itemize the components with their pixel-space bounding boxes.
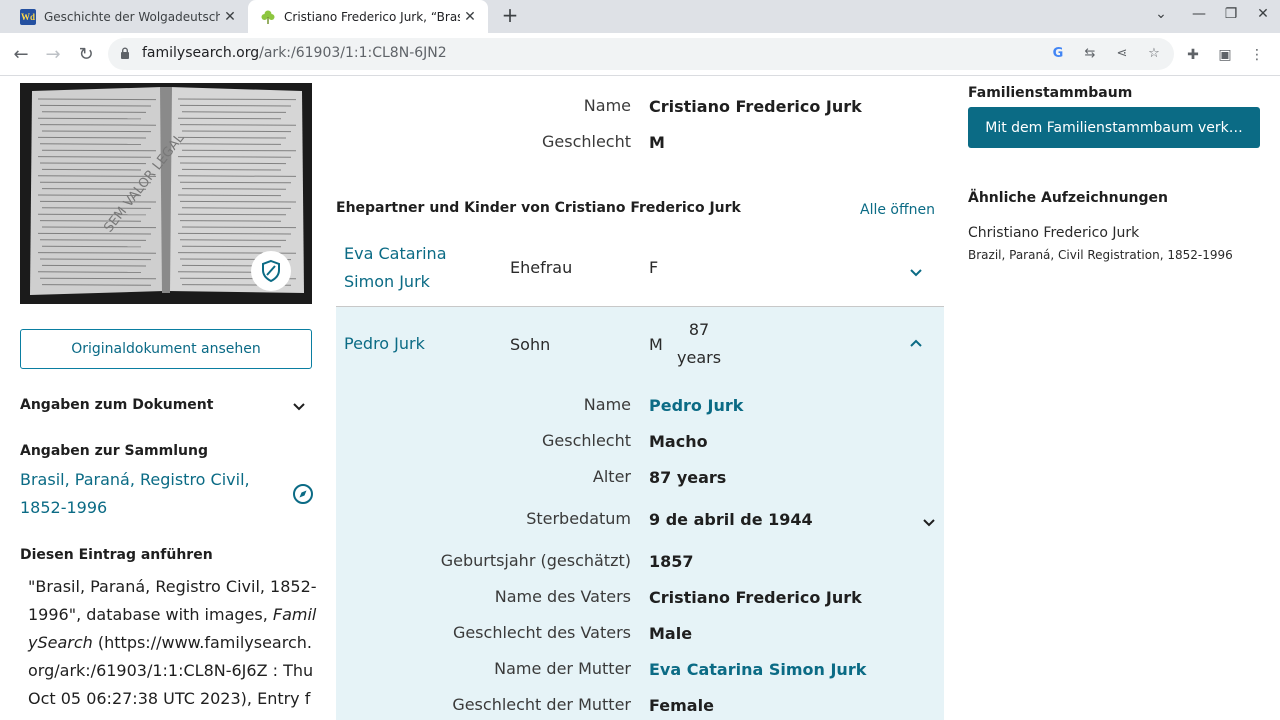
detail-row: Name der Mutter Eva Catarina Simon Jurk	[336, 659, 944, 689]
share-icon[interactable]: ⋖	[1112, 44, 1132, 64]
field-label: Geschlecht des Vaters	[452, 623, 631, 642]
google-lens-icon[interactable]: G	[1048, 44, 1068, 64]
open-all-link[interactable]: Alle öffnen	[860, 202, 935, 218]
detail-row: Geschlecht der Mutter Female	[336, 695, 944, 720]
detail-row: Geschlecht des Vaters Male	[336, 623, 944, 653]
field-label: Name	[583, 96, 631, 115]
url-text: familysearch.org/ark:/61903/1:1:CL8N-6JN…	[142, 45, 447, 61]
document-image-thumbnail[interactable]: SEM VALOR LEGAL	[20, 83, 312, 304]
member-relation: Sohn	[510, 335, 551, 354]
member-relation: Ehefrau	[510, 258, 573, 277]
collection-link[interactable]: Brasil, Paraná, Registro Civil, 1852-199…	[20, 466, 270, 522]
field-label: Name	[583, 395, 631, 414]
restore-icon[interactable]: ❐	[1220, 6, 1242, 26]
member-sex: M	[649, 335, 663, 354]
browser-toolbar: ← → ↻ familysearch.org/ark:/61903/1:1:CL…	[0, 33, 1280, 76]
field-value: Cristiano Frederico Jurk	[649, 97, 862, 116]
field-label: Geschlecht der Mutter	[452, 695, 631, 714]
field-label: Name des Vaters	[494, 587, 631, 606]
detail-row: Alter 87 years	[336, 467, 944, 497]
field-value: Female	[649, 696, 714, 715]
member-name-link[interactable]: Eva Catarina Simon Jurk	[344, 240, 494, 296]
url-path: /ark:/61903/1:1:CL8N-6JN2	[259, 45, 447, 61]
chevron-down-icon[interactable]	[921, 515, 937, 531]
tab-familysearch[interactable]: Cristiano Frederico Jurk, “Brasil, P ✕	[248, 0, 488, 33]
tab-wolgadeutsche[interactable]: Wd Geschichte der Wolgadeutschen ✕	[8, 0, 248, 33]
url-host: familysearch.org	[142, 45, 260, 61]
detail-row[interactable]: Sterbedatum 9 de abril de 1944	[336, 509, 944, 539]
shield-icon	[262, 259, 280, 283]
family-heading: Ehepartner und Kinder von Cristiano Fred…	[336, 200, 741, 216]
field-label: Sterbedatum	[526, 509, 631, 528]
similar-records-heading: Ähnliche Aufzeichnungen	[968, 190, 1168, 206]
view-original-button[interactable]: Originaldokument ansehen	[20, 329, 312, 369]
member-name-link[interactable]: Pedro Jurk	[344, 330, 494, 358]
document-info-heading[interactable]: Angaben zum Dokument	[20, 397, 213, 413]
close-window-icon[interactable]: ✕	[1252, 6, 1274, 26]
field-value: 9 de abril de 1944	[649, 510, 813, 529]
page-content: SEM VALOR LEGAL Originaldokument ansehen…	[0, 76, 1280, 720]
detail-row: Name des Vaters Cristiano Frederico Jurk	[336, 587, 944, 617]
member-sex: F	[649, 258, 659, 277]
translate-icon[interactable]: ⇆	[1080, 44, 1100, 64]
field-value: Cristiano Frederico Jurk	[649, 588, 862, 607]
tab-search-icon[interactable]: ⌄	[1150, 6, 1172, 26]
field-label: Geschlecht	[541, 431, 631, 450]
cite-record-heading: Diesen Eintrag anführen	[20, 547, 213, 563]
detail-row: Geburtsjahr (geschätzt) 1857	[336, 551, 944, 581]
field-value-link[interactable]: Eva Catarina Simon Jurk	[649, 660, 866, 679]
similar-record-name[interactable]: Christiano Frederico Jurk	[968, 225, 1139, 241]
tab-strip: Wd Geschichte der Wolgadeutschen ✕ Crist…	[0, 0, 1280, 33]
minimize-icon[interactable]: —	[1188, 6, 1210, 26]
extensions-icon[interactable]: ✚	[1182, 44, 1204, 66]
reload-icon[interactable]: ↻	[73, 42, 99, 68]
expanded-member-panel: Pedro Jurk Sohn M 87 years Name Pedro Ju…	[336, 307, 944, 720]
attach-to-tree-button[interactable]: Mit dem Familienstammbaum verk…	[968, 107, 1260, 148]
back-icon[interactable]: ←	[8, 42, 34, 68]
familysearch-tree-icon	[260, 9, 276, 25]
compass-icon[interactable]	[292, 483, 314, 505]
menu-icon[interactable]: ⋮	[1246, 44, 1268, 66]
field-value: 1857	[649, 552, 694, 571]
family-member-row[interactable]: Eva Catarina Simon Jurk Ehefrau F	[336, 240, 944, 307]
field-label: Geschlecht	[541, 132, 631, 151]
field-value: Male	[649, 624, 693, 643]
member-age: 87 years	[677, 320, 722, 367]
person-name-row: Name Cristiano Frederico Jurk	[336, 96, 944, 126]
address-bar[interactable]: familysearch.org/ark:/61903/1:1:CL8N-6JN…	[108, 38, 1174, 70]
detail-row: Geschlecht Macho	[336, 431, 944, 461]
lock-icon	[121, 47, 129, 59]
tab-title: Cristiano Frederico Jurk, “Brasil, P	[284, 9, 460, 24]
bookmark-star-icon[interactable]: ☆	[1144, 44, 1164, 64]
wd-favicon-icon: Wd	[20, 8, 36, 25]
field-value: 87 years	[649, 468, 727, 487]
similar-record-collection: Brazil, Paraná, Civil Registration, 1852…	[968, 248, 1233, 262]
collection-info-heading: Angaben zur Sammlung	[20, 443, 208, 459]
field-label: Name der Mutter	[494, 659, 631, 678]
chevron-down-icon[interactable]	[291, 399, 307, 415]
detail-row: Name Pedro Jurk	[336, 395, 944, 425]
field-label: Alter	[592, 467, 631, 486]
new-tab-button[interactable]: +	[498, 4, 522, 28]
field-value: Macho	[649, 432, 708, 451]
chevron-down-icon[interactable]	[908, 265, 924, 281]
forward-icon[interactable]: →	[40, 42, 66, 68]
close-icon[interactable]: ✕	[460, 7, 480, 27]
restricted-shield-button[interactable]	[251, 251, 291, 291]
side-panel-icon[interactable]: ▣	[1214, 44, 1236, 66]
chevron-up-icon[interactable]	[908, 335, 924, 351]
field-value-link[interactable]: Pedro Jurk	[649, 396, 743, 415]
field-value: M	[649, 133, 665, 152]
person-sex-row: Geschlecht M	[336, 132, 944, 162]
field-label: Geburtsjahr (geschätzt)	[440, 551, 631, 570]
tab-title: Geschichte der Wolgadeutschen	[44, 9, 220, 24]
close-icon[interactable]: ✕	[220, 7, 240, 27]
citation-text: "Brasil, Paraná, Registro Civil, 1852-19…	[28, 573, 318, 720]
family-tree-heading: Familienstammbaum	[968, 85, 1133, 101]
